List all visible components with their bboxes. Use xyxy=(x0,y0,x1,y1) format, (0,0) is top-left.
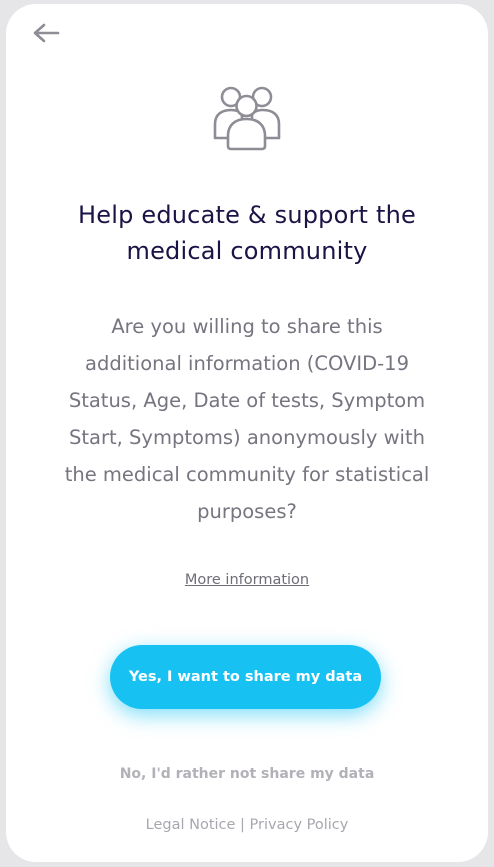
decline-share-button[interactable]: No, I'd rather not share my data xyxy=(6,766,488,782)
description-line: Are you willing to share this xyxy=(111,315,383,338)
back-button[interactable] xyxy=(30,20,62,48)
share-data-button-label: Yes, I want to share my data xyxy=(128,669,363,685)
footer-links: Legal Notice | Privacy Policy xyxy=(6,817,488,833)
description-line: Start, Symptoms) anonymously with xyxy=(69,426,425,449)
legal-notice-link[interactable]: Legal Notice xyxy=(146,817,236,833)
arrow-left-icon xyxy=(33,23,60,43)
footer-separator: | xyxy=(240,817,245,833)
description-line: additional information (COVID-19 xyxy=(85,352,409,375)
title-line: Help educate & support the xyxy=(78,201,416,229)
description-line: Status, Age, Date of tests, Symptom xyxy=(68,389,426,412)
more-information-link[interactable]: More information xyxy=(6,572,488,588)
description-line: the medical community for statistical xyxy=(64,463,430,486)
group-users-icon xyxy=(211,84,283,156)
title-line: medical community xyxy=(126,237,368,265)
share-data-button[interactable]: Yes, I want to share my data xyxy=(110,645,381,709)
privacy-policy-link[interactable]: Privacy Policy xyxy=(250,817,349,833)
description-line: purposes? xyxy=(197,500,297,523)
page-title: Help educate & support the medical commu… xyxy=(26,197,468,269)
consent-description: Are you willing to share this additional… xyxy=(42,308,452,530)
consent-card: Help educate & support the medical commu… xyxy=(6,4,488,862)
